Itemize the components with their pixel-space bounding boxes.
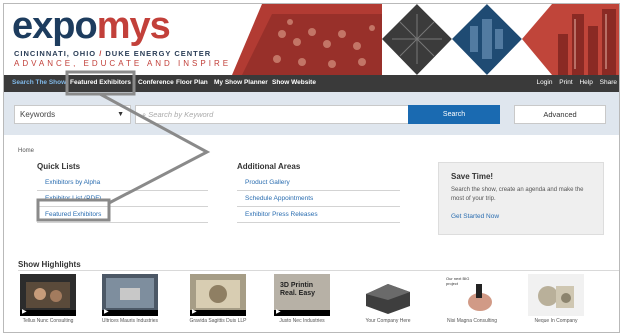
quick-list-exhibitor-list-pdf[interactable]: Exhibitor List (PDF): [37, 191, 208, 207]
utility-links: Login Print Help Share: [532, 79, 617, 86]
area-product-gallery[interactable]: Product Gallery: [237, 175, 400, 191]
nav-show-website[interactable]: Show Website: [272, 79, 316, 86]
highlight-caption: Tellus Nunc Consulting: [22, 318, 74, 324]
nav-search-the-show[interactable]: Search The Show: [12, 79, 66, 86]
highlight-item[interactable]: Our next BIG project Nisi Magna Consulti…: [430, 274, 514, 325]
save-time-description: Search the show, create an agenda and ma…: [451, 187, 584, 202]
play-icon[interactable]: ▶: [192, 308, 197, 315]
location-separator: /: [99, 49, 103, 58]
search-scope-select[interactable]: Keywords ▼: [14, 105, 131, 124]
search-bar: Keywords ▼ ⌕ Search by Keyword Search Ad…: [4, 92, 619, 135]
highlight-caption: Nisi Magna Consulting: [446, 318, 498, 324]
nav-conference[interactable]: Conference: [138, 79, 174, 86]
share-link[interactable]: Share: [600, 79, 617, 86]
search-scope-value: Keywords: [20, 110, 56, 119]
quick-lists: Exhibitors by Alpha Exhibitor List (PDF)…: [37, 175, 208, 223]
save-time-title: Save Time!: [451, 172, 494, 181]
area-exhibitor-press-releases[interactable]: Exhibitor Press Releases: [237, 207, 400, 223]
highlight-item[interactable]: Your Company Here: [346, 274, 430, 325]
highlights-divider: [18, 270, 619, 271]
nav-floor-plan[interactable]: Floor Plan: [176, 79, 208, 86]
highlight-caption: Justo Nec Industries: [279, 318, 325, 324]
nav-featured-exhibitors[interactable]: Featured Exhibitors: [70, 79, 131, 86]
venue-label: DUKE ENERGY CENTER: [105, 49, 212, 58]
play-icon[interactable]: ▶: [22, 308, 27, 315]
highlight-item[interactable]: Neque In Company: [514, 274, 598, 325]
highlight-item[interactable]: ▶ Gravida Sagittis Duis LLP: [176, 274, 260, 325]
highlight-caption: Ultrices Mauris Industries: [101, 318, 159, 324]
search-button[interactable]: Search: [408, 105, 500, 124]
highlight-thumbnail[interactable]: ▶: [20, 274, 76, 316]
header-banner-image: [232, 4, 619, 75]
advanced-search-button[interactable]: Advanced: [514, 105, 606, 124]
logo-part-expo: expo: [12, 5, 98, 47]
quick-lists-heading: Quick Lists: [37, 162, 81, 171]
highlight-caption: Neque In Company: [534, 318, 578, 324]
search-icon: ⌕: [142, 110, 147, 119]
search-placeholder: Search by Keyword: [148, 110, 214, 119]
play-icon[interactable]: ▶: [104, 308, 109, 315]
app-window: expomys CINCINNATI, OHIO / DUKE ENERGY C…: [3, 3, 620, 333]
highlight-image-text: 3D Printin Real. Easy: [280, 282, 316, 297]
help-link[interactable]: Help: [579, 79, 592, 86]
print-link[interactable]: Print: [559, 79, 572, 86]
highlight-caption: Your Company Here: [365, 318, 411, 324]
chevron-down-icon: ▼: [117, 111, 124, 118]
get-started-link[interactable]: Get Started Now: [451, 213, 499, 220]
show-highlights-heading: Show Highlights: [18, 260, 81, 269]
highlight-thumbnail[interactable]: [360, 274, 416, 316]
login-link[interactable]: Login: [537, 79, 553, 86]
highlight-caption: Gravida Sagittis Duis LLP: [189, 318, 247, 324]
highlight-thumbnail[interactable]: Our next BIG project: [444, 274, 500, 316]
highlight-item[interactable]: ▶ Ultrices Mauris Industries: [88, 274, 172, 325]
area-schedule-appointments[interactable]: Schedule Appointments: [237, 191, 400, 207]
highlight-thumbnail[interactable]: [528, 274, 584, 316]
expomys-logo[interactable]: expomys: [12, 5, 171, 47]
tagline: ADVANCE, EDUCATE AND INSPIRE: [14, 59, 232, 68]
location-line: CINCINNATI, OHIO / DUKE ENERGY CENTER: [14, 49, 211, 58]
highlight-thumbnail[interactable]: ▶: [102, 274, 158, 316]
additional-areas-heading: Additional Areas: [237, 162, 301, 171]
additional-areas: Product Gallery Schedule Appointments Ex…: [237, 175, 400, 223]
quick-list-exhibitors-by-alpha[interactable]: Exhibitors by Alpha: [37, 175, 208, 191]
highlight-item[interactable]: ▶ Tellus Nunc Consulting: [6, 274, 90, 325]
quick-list-featured-exhibitors[interactable]: Featured Exhibitors: [37, 207, 208, 223]
highlight-item[interactable]: 3D Printin Real. Easy ▶ Justo Nec Indust…: [260, 274, 344, 325]
site-header: expomys CINCINNATI, OHIO / DUKE ENERGY C…: [4, 4, 619, 75]
breadcrumb[interactable]: Home: [18, 148, 34, 154]
nav-my-show-planner[interactable]: My Show Planner: [214, 79, 268, 86]
highlights-gallery: ▶ Tellus Nunc Consulting ▶ Ultrices Maur…: [4, 274, 619, 332]
city-label: CINCINNATI, OHIO: [14, 49, 97, 58]
search-input[interactable]: ⌕ Search by Keyword: [135, 105, 411, 124]
highlight-thumbnail[interactable]: ▶: [190, 274, 246, 316]
play-icon[interactable]: ▶: [276, 308, 281, 315]
main-nav: Search The Show Featured Exhibitors Conf…: [4, 75, 619, 92]
save-time-box: Save Time! Search the show, create an ag…: [438, 162, 604, 235]
highlight-thumbnail[interactable]: 3D Printin Real. Easy ▶: [274, 274, 330, 316]
logo-part-mys: mys: [96, 5, 171, 47]
